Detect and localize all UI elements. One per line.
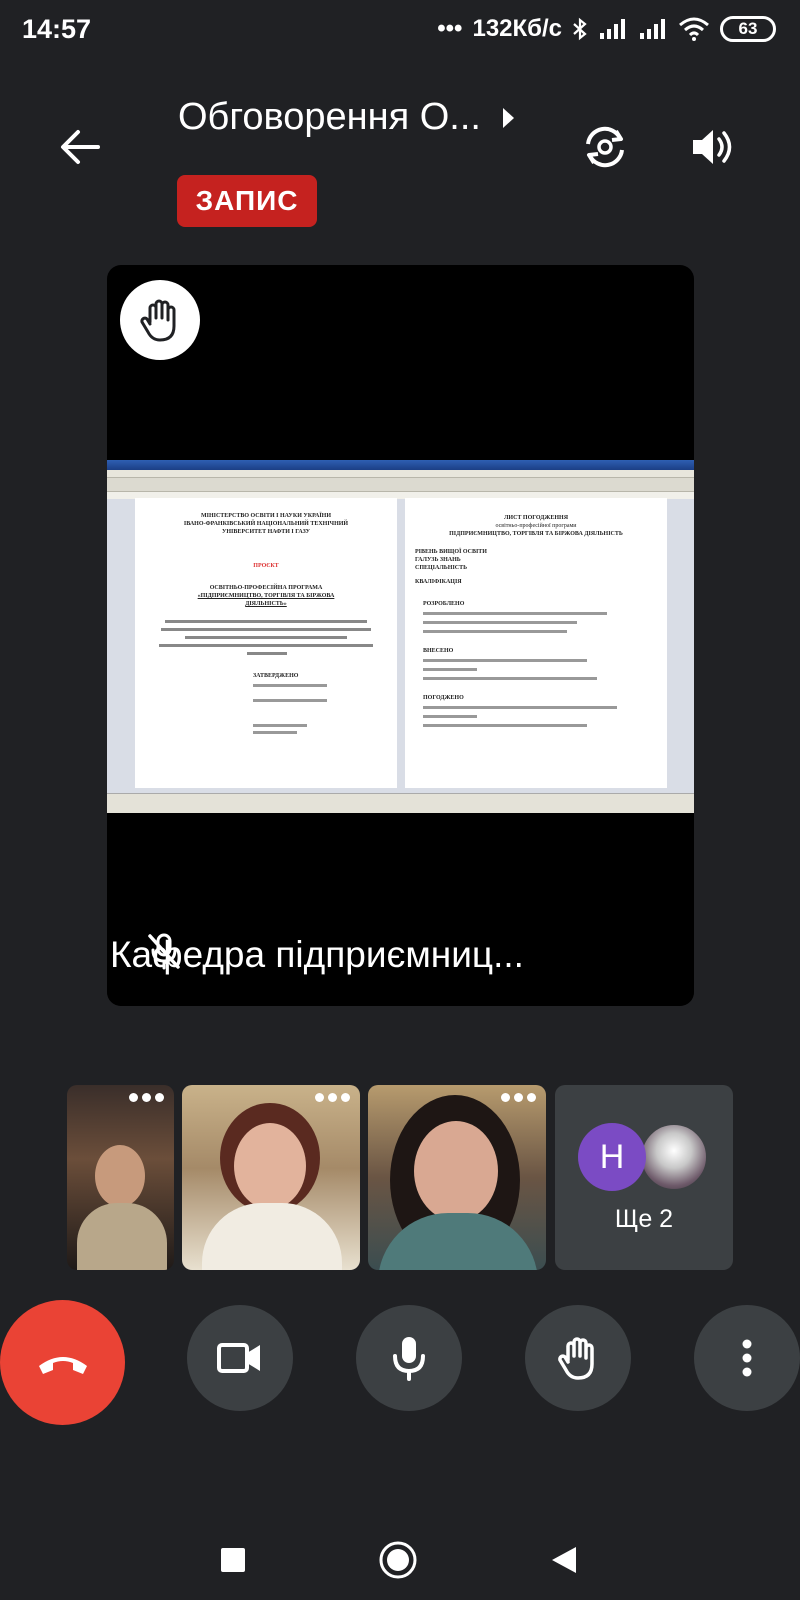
- end-call-button[interactable]: [0, 1300, 125, 1425]
- participant-body: [202, 1203, 342, 1270]
- window-titlebar: [107, 460, 694, 470]
- battery-indicator: 63: [720, 16, 776, 42]
- signal-icon-2: [640, 19, 665, 39]
- doc-line: ГАЛУЗЬ ЗНАНЬ: [415, 557, 461, 563]
- participant-face: [95, 1145, 145, 1207]
- signal-icon: [600, 19, 625, 39]
- doc-line: ЛИСТ ПОГОДЖЕННЯ: [503, 515, 569, 521]
- participant-avatar-photo: [640, 1123, 708, 1191]
- back-arrow-icon[interactable]: [58, 125, 102, 169]
- mic-icon: [393, 1337, 425, 1381]
- more-options-icon[interactable]: [501, 1093, 536, 1102]
- doc-line: ПОГОДЖЕНО: [423, 695, 464, 701]
- triangle-back-icon: [552, 1547, 576, 1573]
- window-menubar: [107, 470, 694, 478]
- wifi-icon: [679, 17, 709, 41]
- home-button[interactable]: [378, 1540, 418, 1580]
- meeting-title-button[interactable]: Обговорення О...: [178, 96, 514, 139]
- hand-icon: [558, 1337, 594, 1380]
- doc-line: ВНЕСЕНО: [423, 648, 454, 654]
- doc-line: РІВЕНЬ ВИЩОЇ ОСВІТИ: [415, 549, 487, 555]
- participant-face: [234, 1123, 306, 1209]
- doc-line: ІВАНО-ФРАНКІВСЬКИЙ НАЦІОНАЛЬНИЙ ТЕХНІЧНИ…: [183, 521, 349, 527]
- doc-line: МІНІСТЕРСТВО ОСВІТИ І НАУКИ УКРАЇНИ: [200, 513, 332, 519]
- back-nav-button[interactable]: [544, 1540, 584, 1580]
- more-options-icon[interactable]: [315, 1093, 350, 1102]
- doc-line: СПЕЦІАЛЬНІСТЬ: [415, 565, 468, 571]
- doc-line: РОЗРОБЛЕНО: [423, 601, 465, 607]
- raised-hand-icon: [140, 299, 176, 342]
- status-bar: 14:57 ••• 132Кб/с 63: [0, 0, 800, 58]
- shared-screen: МІНІСТЕРСТВО ОСВІТИ І НАУКИ УКРАЇНИ ІВАН…: [107, 460, 694, 813]
- document-page-left: МІНІСТЕРСТВО ОСВІТИ І НАУКИ УКРАЇНИ ІВАН…: [135, 498, 397, 788]
- switch-camera-icon[interactable]: [580, 122, 630, 172]
- window-statusbar: [107, 793, 694, 813]
- main-participant-name: Кафедра підприємниц...: [110, 934, 524, 975]
- doc-line: ПІДПРИЄМНИЦТВО, ТОРГІВЛЯ ТА БІРЖОВА ДІЯЛ…: [449, 531, 623, 537]
- network-speed: 132Кб/с: [472, 15, 562, 42]
- status-icons: ••• 132Кб/с 63: [437, 15, 776, 43]
- square-icon: [221, 1548, 245, 1572]
- mic-toggle-button[interactable]: [356, 1305, 462, 1411]
- recording-badge: ЗАПИС: [177, 175, 317, 227]
- more-options-button[interactable]: [694, 1305, 800, 1411]
- participant-tile[interactable]: [182, 1085, 360, 1270]
- more-vert-icon: [742, 1339, 752, 1377]
- doc-line: ЗАТВЕРДЖЕНО: [253, 673, 299, 679]
- status-time: 14:57: [22, 13, 92, 44]
- participant-avatar: H: [578, 1123, 646, 1191]
- doc-line: освітньо-професійної програми: [495, 523, 577, 529]
- doc-line: УНІВЕРСИТЕТ НАФТИ І ГАЗУ: [221, 529, 311, 535]
- window-toolbar: [107, 478, 694, 492]
- doc-line: ОСВІТНЬО-ПРОФЕСІЙНА ПРОГРАМА: [209, 585, 323, 591]
- doc-line: ДІЯЛЬНІСТЬ»: [245, 601, 287, 607]
- participant-tile[interactable]: [67, 1085, 174, 1270]
- participant-body: [77, 1203, 167, 1270]
- document-page-right: ЛИСТ ПОГОДЖЕННЯ освітньо-професійної про…: [405, 498, 667, 788]
- more-participants-label: Ще 2: [614, 1205, 674, 1233]
- circle-icon: [379, 1541, 417, 1579]
- meeting-title: Обговорення О...: [178, 96, 481, 138]
- bluetooth-icon: [573, 17, 587, 41]
- camera-toggle-button[interactable]: [187, 1305, 293, 1411]
- videocam-icon: [217, 1343, 260, 1373]
- notification-dots-icon: •••: [437, 15, 463, 42]
- doc-line: ПРОЄКТ: [253, 563, 279, 569]
- main-video-tile[interactable]: МІНІСТЕРСТВО ОСВІТИ І НАУКИ УКРАЇНИ ІВАН…: [107, 265, 694, 1006]
- phone-hangup-icon: [38, 1356, 87, 1374]
- doc-line: КВАЛІФІКАЦІЯ: [415, 579, 462, 585]
- doc-line: «ПІДПРИЄМНИЦТВО, ТОРГІВЛЯ ТА БІРЖОВА: [197, 593, 335, 599]
- raise-hand-button[interactable]: [525, 1305, 631, 1411]
- chevron-right-icon: [502, 107, 514, 128]
- speaker-icon[interactable]: [687, 122, 737, 172]
- participant-face: [414, 1121, 498, 1221]
- more-participants-tile[interactable]: H Ще 2: [555, 1085, 733, 1270]
- recents-button[interactable]: [213, 1540, 253, 1580]
- raised-hand-badge: [120, 280, 200, 360]
- participant-tile[interactable]: [368, 1085, 546, 1270]
- more-options-icon[interactable]: [129, 1093, 164, 1102]
